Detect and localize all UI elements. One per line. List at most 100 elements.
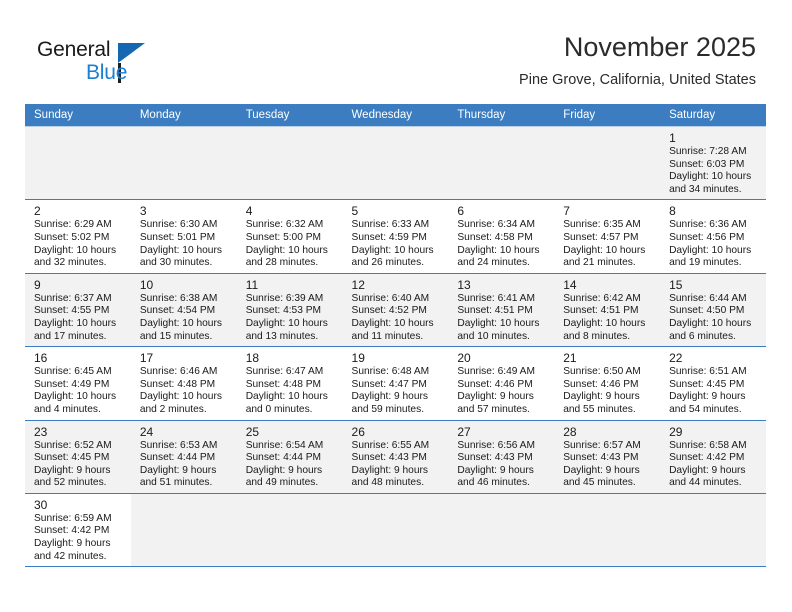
daylight-text-line1: Daylight: 9 hours bbox=[457, 391, 534, 403]
calendar-day-cell[interactable]: 6 Sunrise: 6:34 AM Sunset: 4:58 PM Daylight… bbox=[448, 199, 555, 274]
calendar-week-row: 30 Sunrise: 6:59 AM Sunset: 4:42 PM Dayligh… bbox=[25, 492, 766, 568]
calendar-day-cell[interactable]: 17 Sunrise: 6:46 AM Sunset: 4:48 PM Dayligh… bbox=[130, 346, 237, 421]
calendar-day-cell[interactable]: 3 Sunrise: 6:30 AM Sunset: 5:01 PM Daylight… bbox=[130, 199, 237, 274]
daylight-text-line1: Daylight: 10 hours bbox=[34, 244, 117, 256]
calendar-week-row: 23 Sunrise: 6:52 AM Sunset: 4:45 PM Dayligh… bbox=[25, 419, 766, 494]
calendar-day-cell[interactable]: 19 Sunrise: 6:48 AM Sunset: 4:47 PM Dayligh… bbox=[342, 346, 449, 421]
calendar-day-cell[interactable]: 7 Sunrise: 6:35 AM Sunset: 4:57 PM Daylight… bbox=[554, 199, 661, 274]
daylight-text-line1: Daylight: 10 hours bbox=[457, 317, 540, 329]
sunset-text: Sunset: 4:44 PM bbox=[139, 452, 216, 464]
sunrise-text: Sunrise: 6:54 AM bbox=[245, 439, 324, 451]
day-number: 21 bbox=[563, 351, 577, 366]
sunrise-text: Sunrise: 6:57 AM bbox=[563, 439, 641, 451]
day-number: 13 bbox=[457, 277, 471, 292]
calendar-day-cell[interactable]: 20 Sunrise: 6:49 AM Sunset: 4:46 PM Dayligh… bbox=[448, 346, 555, 421]
sunrise-text: Sunrise: 6:51 AM bbox=[669, 366, 747, 378]
weekday-header-friday: Friday bbox=[554, 104, 661, 127]
calendar-day-cell[interactable]: 23 Sunrise: 6:52 AM Sunset: 4:45 PM Dayligh… bbox=[25, 419, 131, 494]
calendar-day-cell[interactable]: 22 Sunrise: 6:51 AM Sunset: 4:45 PM Dayligh… bbox=[660, 346, 766, 421]
sunset-text: Sunset: 4:59 PM bbox=[351, 231, 427, 243]
calendar-day-cell[interactable]: 9 Sunrise: 6:37 AM Sunset: 4:55 PM Daylight… bbox=[25, 272, 131, 348]
day-number: 6 bbox=[457, 204, 465, 219]
calendar-day-cell-empty bbox=[236, 125, 343, 201]
daylight-text-line2: and 2 minutes. bbox=[139, 403, 207, 415]
day-number: 14 bbox=[563, 277, 577, 292]
daylight-text-line1: Daylight: 10 hours bbox=[139, 244, 222, 256]
daylight-text-line2: and 26 minutes. bbox=[351, 257, 425, 269]
sunset-text: Sunset: 4:42 PM bbox=[669, 452, 745, 464]
sunset-text: Sunset: 4:58 PM bbox=[457, 231, 533, 243]
day-details: Sunrise: 6:37 AM Sunset: 4:55 PM Daylight:… bbox=[25, 293, 131, 346]
weekday-header-sunday: Sunday bbox=[25, 104, 131, 127]
calendar-day-cell[interactable]: 14 Sunrise: 6:42 AM Sunset: 4:51 PM Dayligh… bbox=[554, 272, 661, 348]
daylight-text-line2: and 10 minutes. bbox=[457, 330, 530, 342]
logo-text-blue: Blue bbox=[86, 61, 128, 84]
day-number: 12 bbox=[351, 277, 365, 292]
sunset-text: Sunset: 4:48 PM bbox=[245, 378, 322, 390]
calendar-day-cell-empty bbox=[342, 125, 449, 201]
day-details: Sunrise: 6:40 AM Sunset: 4:52 PM Daylight:… bbox=[343, 293, 449, 346]
calendar-day-cell[interactable]: 12 Sunrise: 6:40 AM Sunset: 4:52 PM Dayligh… bbox=[342, 272, 449, 348]
calendar-day-cell[interactable]: 24 Sunrise: 6:53 AM Sunset: 4:44 PM Dayligh… bbox=[130, 419, 237, 494]
daylight-text-line2: and 49 minutes. bbox=[245, 477, 319, 489]
calendar-day-cell[interactable]: 27 Sunrise: 6:56 AM Sunset: 4:43 PM Dayligh… bbox=[448, 419, 555, 494]
sunrise-text: Sunrise: 6:45 AM bbox=[34, 366, 112, 378]
calendar-day-cell-empty bbox=[130, 492, 237, 568]
calendar-header-row: Sunday Monday Tuesday Wednesday Thursday Frid… bbox=[25, 104, 766, 127]
sunset-text: Sunset: 4:42 PM bbox=[34, 525, 110, 537]
calendar-day-cell[interactable]: 15 Sunrise: 6:44 AM Sunset: 4:50 PM Dayligh… bbox=[660, 272, 766, 348]
day-number: 1 bbox=[669, 131, 676, 145]
calendar-day-cell[interactable]: 25 Sunrise: 6:54 AM Sunset: 4:44 PM Dayligh… bbox=[236, 419, 343, 494]
day-number: 15 bbox=[669, 277, 683, 292]
day-details: Sunrise: 6:35 AM Sunset: 4:57 PM Daylight:… bbox=[554, 219, 660, 272]
sunset-text: Sunset: 4:50 PM bbox=[669, 305, 745, 317]
sunrise-text: Sunrise: 6:55 AM bbox=[351, 439, 430, 451]
sunset-text: Sunset: 5:01 PM bbox=[139, 231, 216, 243]
day-details: Sunrise: 7:28 AM Sunset: 6:03 PM Daylight:… bbox=[660, 146, 766, 199]
calendar-day-cell[interactable]: 1 Sunrise: 7:28 AM Sunset: 6:03 PM Daylight… bbox=[660, 125, 766, 201]
calendar-day-cell[interactable]: 4 Sunrise: 6:32 AM Sunset: 5:00 PM Daylight… bbox=[236, 199, 343, 274]
title-block: November 2025 Pine Grove, California, Un… bbox=[519, 30, 756, 90]
daylight-text-line1: Daylight: 9 hours bbox=[245, 464, 323, 476]
sunrise-text: Sunrise: 6:50 AM bbox=[563, 366, 641, 378]
calendar-day-cell[interactable]: 8 Sunrise: 6:36 AM Sunset: 4:56 PM Daylight… bbox=[660, 199, 766, 274]
calendar-day-cell[interactable]: 11 Sunrise: 6:39 AM Sunset: 4:53 PM Dayligh… bbox=[236, 272, 343, 348]
calendar-day-cell[interactable]: 2 Sunrise: 6:29 AM Sunset: 5:02 PM Daylight… bbox=[25, 199, 131, 274]
daylight-text-line2: and 24 minutes. bbox=[457, 257, 530, 269]
day-number: 20 bbox=[457, 351, 471, 366]
day-number: 19 bbox=[351, 351, 365, 366]
calendar-day-cell[interactable]: 5 Sunrise: 6:33 AM Sunset: 4:59 PM Daylight… bbox=[342, 199, 449, 274]
daylight-text-line1: Daylight: 9 hours bbox=[34, 464, 111, 476]
day-number: 17 bbox=[139, 351, 154, 366]
sunset-text: Sunset: 4:54 PM bbox=[139, 305, 216, 317]
day-details: Sunrise: 6:49 AM Sunset: 4:46 PM Daylight:… bbox=[448, 366, 554, 419]
calendar-day-cell[interactable]: 26 Sunrise: 6:55 AM Sunset: 4:43 PM Dayligh… bbox=[342, 419, 449, 494]
calendar-day-cell[interactable]: 29 Sunrise: 6:58 AM Sunset: 4:42 PM Dayligh… bbox=[660, 419, 766, 494]
calendar-day-cell[interactable]: 28 Sunrise: 6:57 AM Sunset: 4:43 PM Dayligh… bbox=[554, 419, 661, 494]
calendar-day-cell[interactable]: 18 Sunrise: 6:47 AM Sunset: 4:48 PM Dayligh… bbox=[236, 346, 343, 421]
calendar-day-cell[interactable]: 21 Sunrise: 6:50 AM Sunset: 4:46 PM Dayligh… bbox=[554, 346, 661, 421]
general-blue-logo[interactable]: General Blue bbox=[37, 38, 187, 90]
daylight-text-line1: Daylight: 10 hours bbox=[245, 244, 328, 256]
day-number: 29 bbox=[669, 424, 683, 439]
calendar-day-cell[interactable]: 16 Sunrise: 6:45 AM Sunset: 4:49 PM Dayligh… bbox=[25, 346, 131, 421]
sunrise-text: Sunrise: 6:56 AM bbox=[457, 439, 535, 451]
day-number: 4 bbox=[245, 204, 253, 219]
location-subtitle: Pine Grove, California, United States bbox=[519, 72, 756, 88]
daylight-text-line2: and 59 minutes. bbox=[351, 403, 425, 415]
daylight-text-line2: and 19 minutes. bbox=[669, 257, 742, 269]
calendar-day-cell[interactable]: 30 Sunrise: 6:59 AM Sunset: 4:42 PM Dayligh… bbox=[25, 492, 131, 568]
daylight-text-line1: Daylight: 10 hours bbox=[457, 244, 540, 256]
daylight-text-line1: Daylight: 9 hours bbox=[563, 464, 640, 476]
daylight-text-line2: and 46 minutes. bbox=[457, 477, 530, 489]
daylight-text-line2: and 32 minutes. bbox=[34, 257, 107, 269]
calendar-week-row: 9 Sunrise: 6:37 AM Sunset: 4:55 PM Daylight… bbox=[25, 272, 766, 348]
day-details: Sunrise: 6:55 AM Sunset: 4:43 PM Daylight:… bbox=[343, 440, 449, 493]
daylight-text-line1: Daylight: 10 hours bbox=[351, 317, 434, 329]
day-details: Sunrise: 6:53 AM Sunset: 4:44 PM Daylight:… bbox=[131, 440, 237, 493]
daylight-text-line1: Daylight: 10 hours bbox=[34, 391, 117, 403]
sunrise-text: Sunrise: 6:37 AM bbox=[34, 292, 112, 304]
calendar-day-cell[interactable]: 10 Sunrise: 6:38 AM Sunset: 4:54 PM Dayligh… bbox=[130, 272, 237, 348]
daylight-text-line1: Daylight: 10 hours bbox=[563, 244, 646, 256]
calendar-day-cell[interactable]: 13 Sunrise: 6:41 AM Sunset: 4:51 PM Dayligh… bbox=[448, 272, 555, 348]
